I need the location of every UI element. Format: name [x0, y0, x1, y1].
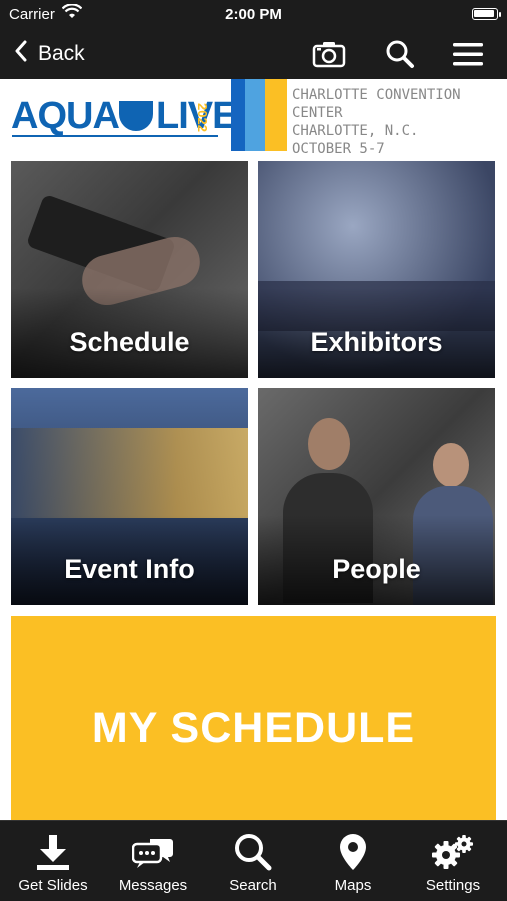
logo-aqua-text: AQUA	[11, 95, 120, 137]
tab-get-slides[interactable]: Get Slides	[3, 821, 103, 901]
tab-search[interactable]: Search	[203, 821, 303, 901]
schedule-tile[interactable]: Schedule	[11, 161, 248, 378]
event-info-tile[interactable]: Event Info	[11, 388, 248, 605]
event-banner: AQUA LIVE 2022 CHARLOTTE CONVENTION CENT…	[0, 79, 507, 157]
tab-label: Search	[229, 877, 277, 894]
tab-settings[interactable]: Settings	[403, 821, 503, 901]
search-icon[interactable]	[382, 37, 418, 71]
person-image	[308, 418, 350, 470]
logo-underline	[12, 135, 218, 137]
battery-icon	[472, 8, 501, 20]
chevron-left-icon	[14, 40, 28, 68]
back-button[interactable]: Back	[14, 38, 85, 70]
venue-dates: OCTOBER 5-7	[292, 141, 385, 157]
logo-year: 2022	[195, 103, 210, 132]
venue-name: CHARLOTTE CONVENTION CENTER	[292, 87, 461, 121]
venue-info: CHARLOTTE CONVENTION CENTER CHARLOTTE, N…	[292, 86, 507, 158]
tab-label: Get Slides	[18, 877, 88, 894]
tab-label: Settings	[425, 877, 481, 894]
gears-icon	[403, 833, 503, 871]
people-tile-label: People	[332, 554, 421, 584]
back-label: Back	[38, 42, 85, 65]
banner-stripes	[231, 79, 287, 151]
status-bar: Carrier 2:00 PM	[0, 0, 507, 30]
my-schedule-label: MY SCHEDULE	[91, 704, 416, 752]
nav-bar: Back	[0, 30, 507, 79]
tab-label: Messages	[118, 877, 188, 894]
people-tile[interactable]: People	[258, 388, 495, 605]
event-info-tile-label: Event Info	[64, 554, 195, 584]
exhibitors-tile[interactable]: Exhibitors	[258, 161, 495, 378]
map-pin-icon	[303, 833, 403, 871]
camera-icon[interactable]	[311, 37, 347, 71]
schedule-tile-label: Schedule	[69, 327, 190, 357]
tab-messages[interactable]: Messages	[103, 821, 203, 901]
menu-icon[interactable]	[450, 37, 486, 71]
messages-icon	[103, 833, 203, 871]
building-image	[11, 428, 248, 518]
download-icon	[3, 833, 103, 871]
clock: 2:00 PM	[225, 6, 282, 23]
tab-maps[interactable]: Maps	[303, 821, 403, 901]
person-image	[433, 443, 469, 487]
logo-drop-icon	[119, 101, 153, 131]
venue-city: CHARLOTTE, N.C.	[292, 123, 419, 139]
exhibitors-tile-label: Exhibitors	[310, 327, 443, 357]
search-icon	[203, 833, 303, 871]
tab-label: Maps	[334, 877, 372, 894]
my-schedule-button[interactable]: MY SCHEDULE	[11, 616, 496, 836]
tab-bar: Get Slides Messages Search Maps Settings	[0, 820, 507, 901]
